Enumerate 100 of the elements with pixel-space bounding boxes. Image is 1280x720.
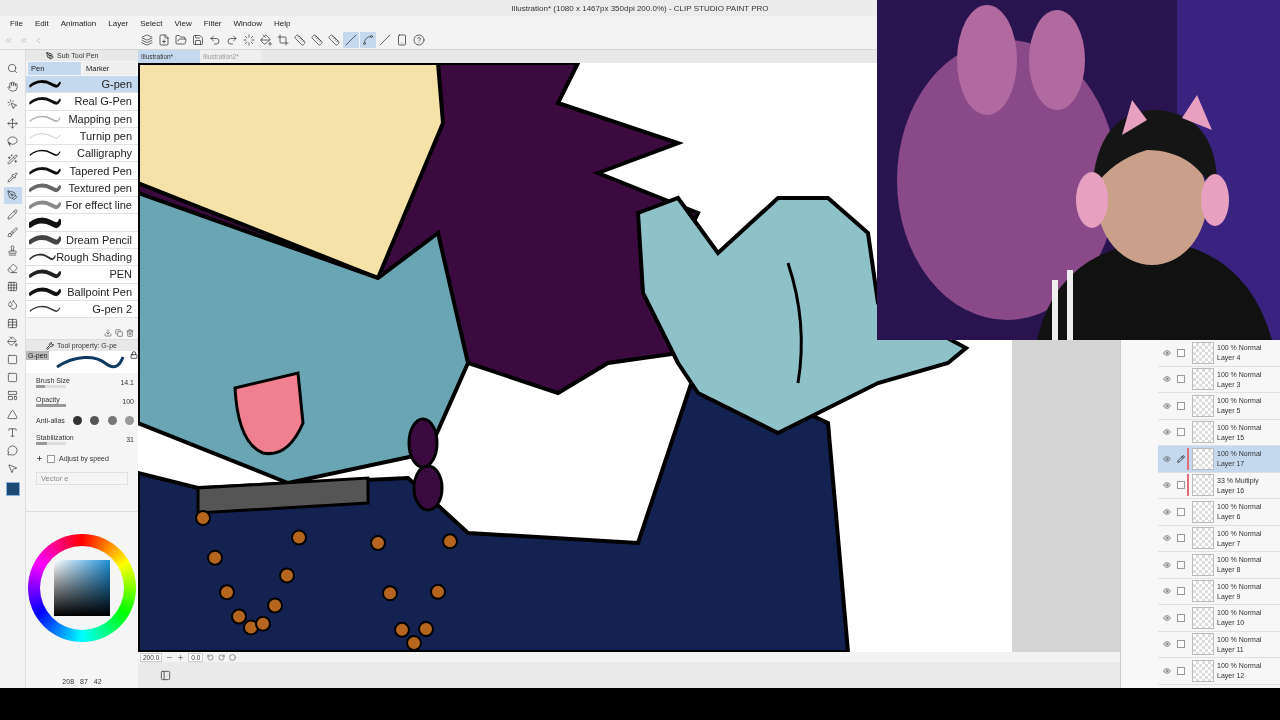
toolbar-button[interactable] (359, 32, 376, 48)
eyedropper-icon (7, 172, 18, 184)
checkbox[interactable] (1177, 666, 1185, 675)
menu-item[interactable]: Select (134, 19, 169, 28)
reset-icon[interactable] (229, 653, 237, 661)
toolbar-button[interactable] (410, 32, 427, 48)
brush-item[interactable]: Tapered Pen (26, 162, 138, 180)
eye-icon[interactable] (1162, 507, 1171, 516)
brush-name: For effect line (65, 199, 132, 212)
brush-name: PEN (109, 268, 132, 281)
pencil-icon (7, 208, 18, 220)
eye-icon[interactable] (1162, 587, 1171, 596)
eye-icon[interactable] (1162, 348, 1171, 357)
plus-icon[interactable] (177, 653, 185, 661)
brush-stroke-icon (29, 303, 61, 315)
brush-item[interactable]: G-pen (26, 76, 138, 94)
eye-icon[interactable] (1162, 454, 1171, 463)
color-square[interactable] (54, 560, 110, 616)
toolbar-button[interactable] (342, 32, 359, 48)
wand-icon (7, 153, 18, 165)
eye-icon[interactable] (1162, 375, 1171, 384)
menu-item[interactable]: Animation (54, 19, 103, 28)
expand-icon[interactable] (36, 455, 43, 462)
toolbar-button[interactable] (291, 32, 308, 48)
brush-item[interactable]: Real G-Pen (26, 93, 138, 111)
pointer-icon (7, 99, 18, 111)
checkbox[interactable] (1177, 507, 1185, 516)
toolbar-button[interactable] (257, 32, 274, 48)
property-slider[interactable] (36, 442, 66, 445)
tool-button[interactable] (3, 187, 22, 205)
folder-icon (174, 34, 187, 46)
rotate-left-icon[interactable] (207, 653, 215, 661)
bucket-icon (7, 335, 18, 347)
checkbox[interactable] (1177, 401, 1185, 410)
checkbox[interactable] (1177, 613, 1185, 622)
brush-stroke-icon (29, 216, 61, 229)
rotate-right-icon[interactable] (218, 653, 226, 661)
eye-icon[interactable] (1162, 613, 1171, 622)
hand-icon (7, 81, 18, 93)
property-slider[interactable] (36, 385, 66, 388)
trash-icon[interactable] (126, 329, 134, 337)
panel-icon[interactable] (160, 669, 171, 681)
main-color-swatch[interactable] (5, 482, 20, 497)
property-slider[interactable] (36, 404, 66, 407)
menu-item[interactable]: File (4, 19, 29, 28)
eye-icon[interactable] (1162, 428, 1171, 437)
layer-thumbnail (1192, 447, 1214, 470)
toolbar-button[interactable] (325, 32, 342, 48)
eye-icon[interactable] (1162, 666, 1171, 675)
checkbox[interactable] (1177, 481, 1185, 490)
pen-icon (7, 190, 18, 202)
layer-thumbnail (1192, 659, 1214, 682)
menu-item[interactable]: View (168, 19, 198, 28)
eye-icon[interactable] (1162, 401, 1171, 410)
checkbox[interactable] (1177, 348, 1185, 357)
brush-stroke-icon (29, 268, 61, 281)
lasso-icon (7, 135, 18, 147)
brush-name: Mapping pen (68, 112, 132, 125)
pencil-icon (1177, 454, 1185, 463)
stamp-icon (7, 244, 18, 256)
triangle-icon (7, 408, 18, 420)
eraser-icon (7, 263, 18, 275)
menu-item[interactable]: Window (227, 19, 268, 28)
checkbox[interactable] (1177, 428, 1185, 437)
eye-icon[interactable] (1162, 560, 1171, 569)
checkbox[interactable] (1177, 560, 1185, 569)
layer-thumbnail (1192, 368, 1214, 391)
download-icon[interactable] (104, 329, 112, 337)
toolbar-button[interactable] (138, 32, 155, 48)
brush-item[interactable]: PEN (26, 266, 138, 284)
lock-icon[interactable] (130, 351, 138, 359)
toolbar-button[interactable] (172, 32, 189, 48)
checkbox[interactable] (1177, 640, 1185, 649)
checkbox[interactable] (1177, 375, 1185, 384)
menu-item[interactable]: Edit (28, 19, 55, 28)
brush-name: Turnip pen (79, 130, 132, 143)
layer-thumbnail (1192, 394, 1214, 417)
menu-item[interactable]: Filter (197, 19, 228, 28)
toolbar-button[interactable] (308, 32, 325, 48)
brush-item[interactable] (26, 214, 138, 232)
menu-item[interactable]: Layer (102, 19, 135, 28)
brush-stroke-icon (29, 233, 61, 246)
eye-icon[interactable] (1162, 534, 1171, 543)
eye-icon[interactable] (1162, 640, 1171, 649)
undo-icon (208, 34, 221, 46)
copy-icon[interactable] (115, 329, 123, 337)
checkbox[interactable] (1177, 534, 1185, 543)
checkbox[interactable] (1177, 587, 1185, 596)
brush-item[interactable]: For effect line (26, 197, 138, 215)
eye-icon[interactable] (1162, 481, 1171, 490)
menu-item[interactable]: Help (267, 19, 297, 28)
layers-icon (140, 34, 153, 46)
line-icon (344, 34, 357, 46)
checkbox[interactable] (47, 454, 55, 463)
brush-name: Ballpoint Pen (67, 285, 132, 298)
pointer-icon (7, 463, 18, 475)
brush-item[interactable]: Calligraphy (26, 145, 138, 163)
speech-bubble-icon (7, 444, 18, 456)
brush-stroke-icon (29, 164, 61, 177)
text-icon (7, 426, 18, 438)
